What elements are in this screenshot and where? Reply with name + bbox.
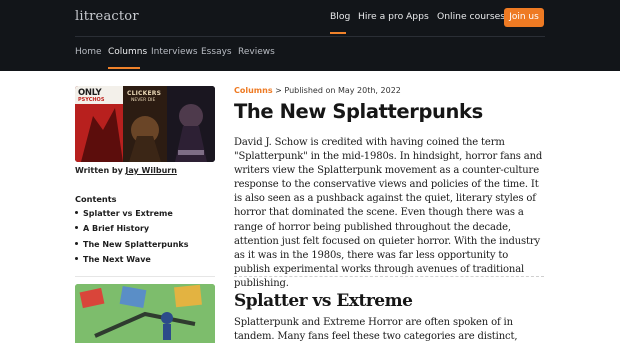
cover-text-psychos: PSYCHOS bbox=[78, 97, 105, 103]
bullet-icon bbox=[75, 226, 78, 229]
cover-text-clickers: CLICKERS bbox=[127, 90, 162, 97]
bullet-icon bbox=[75, 257, 78, 260]
section-heading: Splatter vs Extreme bbox=[234, 291, 413, 311]
subnav-home[interactable]: Home bbox=[75, 47, 102, 57]
article-title: The New Splatterpunks bbox=[234, 100, 483, 123]
toc-item-a-brief-history[interactable]: A Brief History bbox=[75, 224, 149, 233]
related-article-thumbnail[interactable] bbox=[75, 284, 215, 343]
nav-apps[interactable]: Apps bbox=[406, 11, 429, 22]
active-nav-indicator bbox=[330, 32, 346, 34]
breadcrumb-published-date: > Published on May 20th, 2022 bbox=[272, 86, 401, 95]
cover-text-never-die: NEVER DIE bbox=[131, 98, 156, 103]
header-divider bbox=[75, 36, 545, 37]
nav-blog[interactable]: Blog bbox=[330, 11, 350, 22]
toc-label: A Brief History bbox=[83, 224, 150, 233]
subnav-reviews[interactable]: Reviews bbox=[238, 47, 275, 57]
article-paragraph: David J. Schow is credited with having c… bbox=[234, 137, 543, 289]
toc-label: Splatter vs Extreme bbox=[83, 209, 173, 218]
toc-item-the-new-splatterpunks[interactable]: The New Splatterpunks bbox=[75, 240, 189, 249]
article-paragraph-2: Splatterpunk and Extreme Horror are ofte… bbox=[234, 317, 518, 343]
toc-item-the-next-wave[interactable]: The Next Wave bbox=[75, 255, 151, 264]
subnav-interviews[interactable]: Interviews bbox=[151, 47, 198, 57]
active-subnav-indicator bbox=[108, 67, 140, 69]
nav-hire-a-pro[interactable]: Hire a pro bbox=[358, 11, 403, 22]
contents-heading: Contents bbox=[75, 194, 117, 204]
breadcrumb: Columns > Published on May 20th, 2022 bbox=[234, 86, 401, 95]
author-link[interactable]: Jay Wilburn bbox=[125, 166, 177, 175]
bullet-icon bbox=[75, 242, 78, 245]
section-divider bbox=[234, 276, 544, 277]
author-prefix: Written by bbox=[75, 166, 123, 175]
subnav-essays[interactable]: Essays bbox=[201, 47, 232, 57]
article-cover-image: ONLY PSYCHOS CLICKERS NEVER DIE bbox=[75, 86, 215, 162]
breadcrumb-columns-link[interactable]: Columns bbox=[234, 86, 273, 95]
nav-online-courses[interactable]: Online courses bbox=[437, 11, 505, 22]
top-navbar: litreactor Blog Hire a pro Apps Online c… bbox=[0, 0, 620, 71]
site-logo[interactable]: litreactor bbox=[75, 9, 139, 24]
bullet-icon bbox=[75, 211, 78, 214]
toc-label: The New Splatterpunks bbox=[83, 240, 189, 249]
author-byline: Written by Jay Wilburn bbox=[75, 166, 177, 175]
join-us-button[interactable]: Join us bbox=[504, 8, 544, 27]
toc-label: The Next Wave bbox=[83, 255, 151, 264]
toc-item-splatter-vs-extreme[interactable]: Splatter vs Extreme bbox=[75, 209, 173, 218]
sidebar-divider bbox=[75, 276, 215, 277]
subnav-columns[interactable]: Columns bbox=[108, 47, 147, 57]
